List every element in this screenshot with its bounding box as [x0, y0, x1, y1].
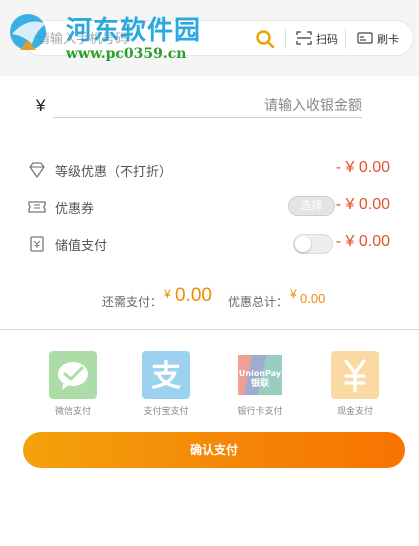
card-label: 刷卡 [377, 34, 399, 46]
cash-option[interactable]: 现金支付 [325, 351, 385, 417]
currency-symbol: ¥ [36, 96, 46, 115]
svg-text:UnionPay: UnionPay [239, 369, 282, 378]
need-pay-currency: ¥ [164, 287, 171, 301]
divider [345, 29, 346, 49]
wechat-pay-icon [49, 351, 97, 399]
wechat-pay-option[interactable]: 微信支付 [43, 351, 103, 417]
alipay-label: 支付宝支付 [143, 406, 189, 416]
alipay-icon: 支 [142, 351, 190, 399]
need-pay-label: 还需支付： [102, 295, 163, 309]
search-bar: 扫码 刷卡 河东软件园 www.pc0359.cn [0, 0, 419, 76]
toggle-knob [295, 236, 311, 252]
card-icon [357, 31, 373, 48]
stored-value-label: 储值支付 [55, 238, 108, 253]
unionpay-icon: UnionPay 银联 [236, 351, 284, 399]
bank-card-option[interactable]: UnionPay 银联 银行卡支付 [230, 351, 290, 417]
section-divider [0, 329, 419, 330]
level-discount-row: 等级优惠（不打折） - ¥ 0.00 [28, 158, 390, 182]
scan-icon [296, 30, 312, 48]
need-pay-value: 0.00 [175, 285, 212, 306]
search-icon[interactable] [255, 29, 275, 49]
confirm-payment-button[interactable]: 确认支付 [23, 432, 405, 468]
bank-card-label: 银行卡支付 [237, 406, 283, 416]
coupon-label: 优惠券 [55, 201, 95, 216]
watermark-logo-icon [6, 10, 54, 58]
stored-value-row: 储值支付 - ¥ 0.00 [28, 232, 390, 256]
amount-input[interactable] [53, 92, 362, 118]
cash-label: 现金支付 [336, 406, 373, 416]
amount-row: ¥ [36, 92, 362, 120]
coupon-select-button[interactable]: 选择 [288, 196, 335, 216]
level-discount-value: - ¥ 0.00 [335, 159, 390, 176]
discount-total-label: 优惠总计： [228, 295, 289, 309]
divider [285, 29, 286, 49]
cash-icon [331, 351, 379, 399]
discount-total-value: 0.00 [300, 291, 326, 306]
coupon-value: - ¥ 0.00 [335, 196, 390, 213]
diamond-icon [28, 161, 46, 179]
wallet-icon [28, 235, 46, 253]
watermark-title: 河东软件园 [66, 16, 202, 46]
svg-text:银联: 银联 [251, 377, 270, 389]
svg-text:支: 支 [151, 359, 181, 394]
level-discount-label: 等级优惠（不打折） [55, 164, 173, 179]
scan-button[interactable]: 扫码 [296, 29, 338, 49]
swipe-card-button[interactable]: 刷卡 [357, 29, 399, 49]
wechat-pay-label: 微信支付 [54, 406, 91, 416]
watermark-url: www.pc0359.cn [66, 46, 187, 62]
coupon-row: 优惠券 选择 - ¥ 0.00 [28, 195, 390, 219]
stored-value-amount: - ¥ 0.00 [335, 233, 390, 250]
scan-label: 扫码 [316, 34, 338, 46]
discount-total-currency: ¥ [290, 287, 297, 301]
stored-value-toggle[interactable] [293, 234, 333, 254]
ticket-icon [28, 198, 46, 216]
alipay-option[interactable]: 支 支付宝支付 [136, 351, 196, 417]
